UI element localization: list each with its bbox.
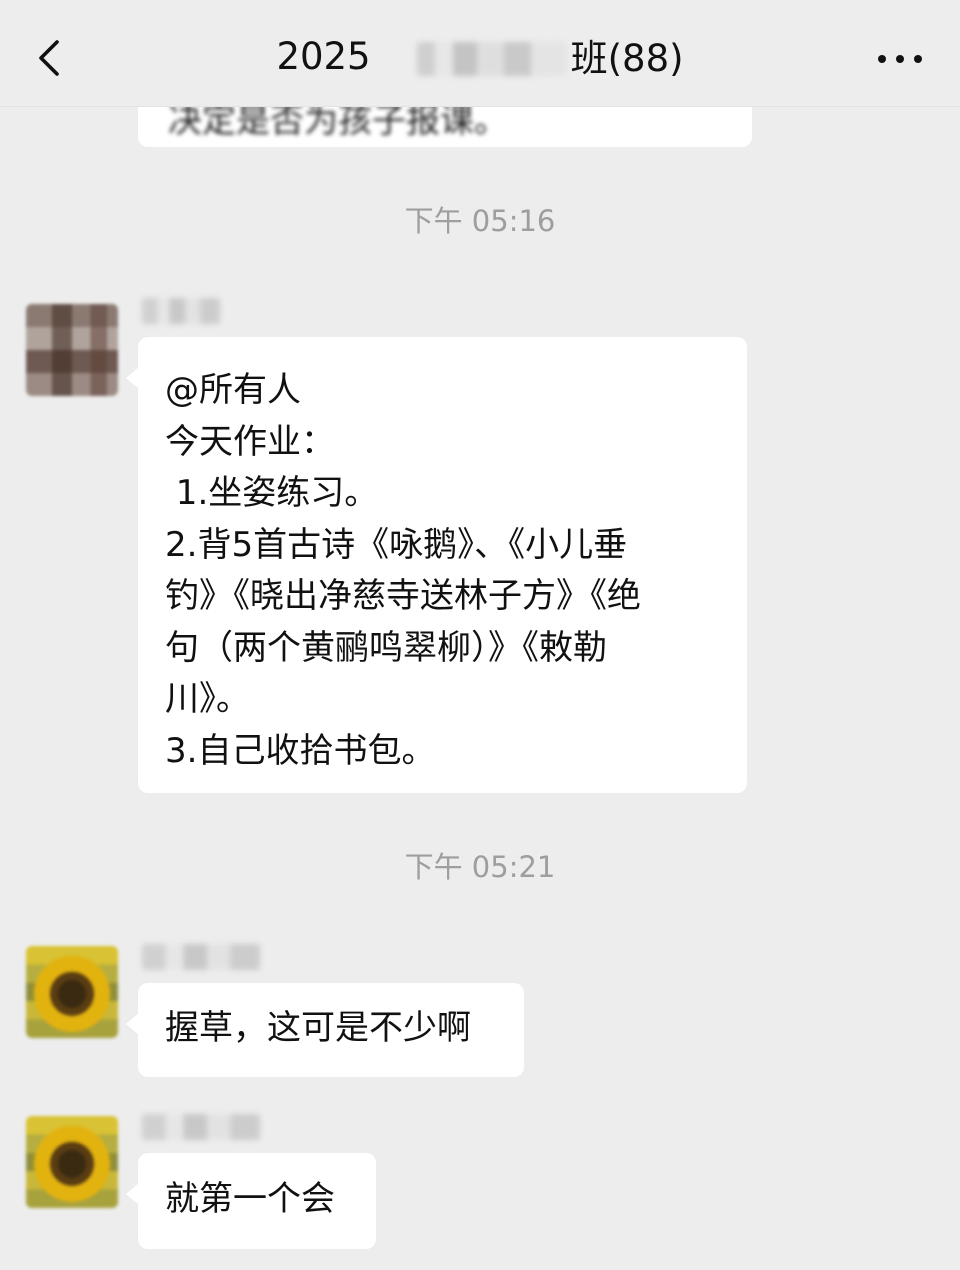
avatar-sunflower[interactable] (26, 1116, 118, 1208)
message-bubble-reply[interactable]: 握草，这可是不少啊 (126, 983, 524, 1077)
chat-title: 2025 班(88) (0, 34, 960, 82)
more-button[interactable] (878, 50, 922, 66)
message-bubble-reply[interactable]: 就第一个会 (126, 1153, 376, 1249)
chat-title-class: 班(88) (570, 36, 684, 80)
sender-name-redacted (142, 298, 220, 324)
message-line: @所有人 (165, 370, 301, 410)
more-dot (878, 55, 886, 63)
more-dot (896, 55, 904, 63)
message-line: 今天作业： (165, 421, 335, 462)
message-line: 1.坐姿练习。 (165, 473, 379, 513)
message-bubble-homework[interactable]: @所有人 今天作业： 1.坐姿练习。 2.背5首古诗《咏鹅》、《小儿垂 钓》《晓… (126, 337, 747, 793)
message-line: 2.背5首古诗《咏鹅》、《小儿垂 (165, 524, 628, 565)
avatar-teacher[interactable] (26, 304, 118, 396)
message-text-reply: 就第一个会 (165, 1179, 335, 1219)
timestamp: 下午 05:16 (404, 204, 556, 238)
message-line: 川》。 (165, 679, 250, 719)
timestamp: 下午 05:21 (404, 850, 556, 884)
sender-name-redacted (142, 944, 260, 970)
message-line: 3.自己收拾书包。 (165, 730, 436, 771)
message-line: 句（两个黄鹂鸣翠柳）》《敕勒 (165, 627, 607, 668)
more-dot (914, 55, 922, 63)
sender-name-redacted (142, 1114, 260, 1140)
chat-header: 2025 班(88) (0, 0, 960, 107)
message-text-reply: 握草，这可是不少啊 (165, 1008, 471, 1048)
chat-title-redacted (416, 41, 567, 76)
message-line: 钓》《晓出净慈寺送林子方》《绝 (165, 576, 641, 616)
chat-title-year: 2025 (276, 35, 371, 78)
avatar-sunflower[interactable] (26, 946, 118, 1038)
